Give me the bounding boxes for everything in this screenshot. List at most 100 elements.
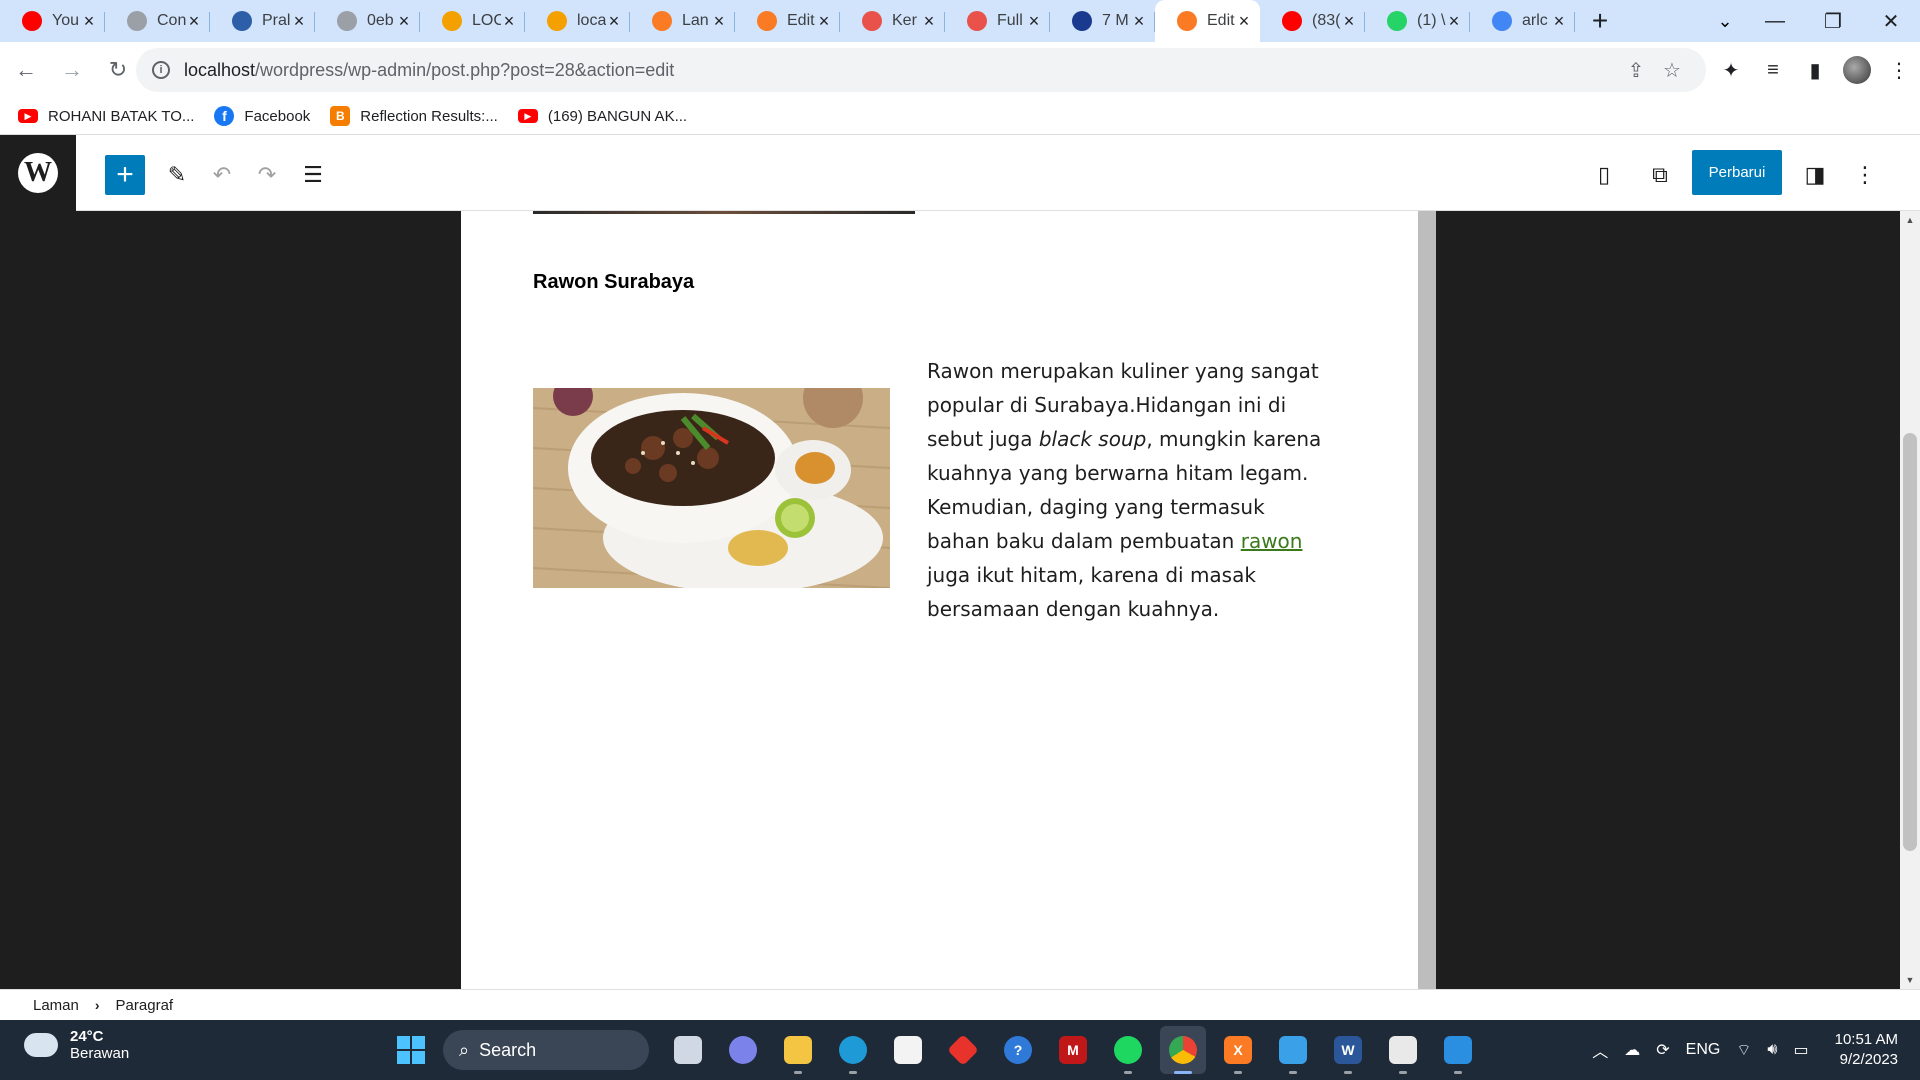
close-tab-icon[interactable]: × bbox=[1026, 11, 1042, 32]
chrome-icon[interactable] bbox=[1160, 1026, 1206, 1074]
chat-icon[interactable] bbox=[720, 1026, 766, 1074]
browser-tab[interactable]: Lan × bbox=[630, 0, 735, 42]
sync-icon[interactable]: ⟳ bbox=[1656, 1040, 1669, 1060]
browser-tab[interactable]: You × bbox=[0, 0, 105, 42]
edge-icon[interactable] bbox=[830, 1026, 876, 1074]
menu-kebab-icon[interactable]: ⋮ bbox=[1878, 49, 1920, 91]
bookmark-item[interactable]: f Facebook bbox=[214, 106, 310, 126]
browser-tab[interactable]: loca × bbox=[525, 0, 630, 42]
media-control-icon[interactable]: ≡ bbox=[1752, 49, 1794, 91]
close-tab-icon[interactable]: × bbox=[291, 11, 307, 32]
close-tab-icon[interactable]: × bbox=[1236, 11, 1252, 32]
redo-icon[interactable]: ↷ bbox=[247, 155, 287, 195]
close-tab-icon[interactable]: × bbox=[921, 11, 937, 32]
language-indicator[interactable]: ENG bbox=[1686, 1041, 1721, 1059]
close-tab-icon[interactable]: × bbox=[81, 11, 97, 32]
paragraph-block[interactable]: Rawon merupakan kuliner yang sangat popu… bbox=[927, 354, 1327, 626]
close-tab-icon[interactable]: × bbox=[1341, 11, 1357, 32]
browser-tab[interactable]: LOC × bbox=[420, 0, 525, 42]
restore-icon[interactable]: ❐ bbox=[1804, 0, 1862, 42]
bookmark-item[interactable]: B Reflection Results:... bbox=[330, 106, 498, 126]
scroll-thumb[interactable] bbox=[1903, 433, 1917, 851]
minimize-icon[interactable]: — bbox=[1746, 0, 1804, 42]
taskbar-search[interactable]: ⌕ Search bbox=[443, 1030, 649, 1070]
onedrive-icon[interactable]: ☁ bbox=[1624, 1040, 1640, 1060]
word-icon[interactable]: W bbox=[1325, 1026, 1371, 1074]
wordpress-logo-icon[interactable]: W bbox=[0, 135, 76, 211]
close-tab-icon[interactable]: × bbox=[711, 11, 727, 32]
close-tab-icon[interactable]: × bbox=[186, 11, 202, 32]
update-button[interactable]: Perbarui bbox=[1692, 150, 1782, 195]
store-icon[interactable] bbox=[885, 1026, 931, 1074]
browser-tab[interactable]: 0eb × bbox=[315, 0, 420, 42]
bookmark-item[interactable]: ▶ (169) BANGUN AK... bbox=[517, 108, 687, 125]
browser-tab[interactable]: Edit × bbox=[735, 0, 840, 42]
mcafee-icon[interactable]: M bbox=[1050, 1026, 1096, 1074]
browser-tab[interactable]: 7 M × bbox=[1050, 0, 1155, 42]
notepad-icon[interactable] bbox=[1270, 1026, 1316, 1074]
tab-search-icon[interactable]: ⌄ bbox=[1700, 0, 1750, 42]
add-block-button[interactable]: + bbox=[105, 155, 145, 195]
close-tab-icon[interactable]: × bbox=[1446, 11, 1462, 32]
browser-tab[interactable]: (83(× bbox=[1260, 0, 1365, 42]
app-diamond-icon[interactable] bbox=[940, 1026, 986, 1074]
browser-tab[interactable]: (1) \ × bbox=[1365, 0, 1470, 42]
reload-icon[interactable]: ↻ bbox=[98, 50, 138, 90]
heading-block[interactable]: Rawon Surabaya bbox=[533, 271, 694, 294]
spotify-icon[interactable] bbox=[1105, 1026, 1151, 1074]
profile-avatar[interactable] bbox=[1836, 49, 1878, 91]
forward-icon[interactable]: → bbox=[52, 50, 92, 90]
start-icon[interactable] bbox=[388, 1026, 434, 1074]
address-bar[interactable]: i localhost/wordpress/wp-admin/post.php?… bbox=[136, 48, 1706, 92]
browser-tab[interactable]: Pral × bbox=[210, 0, 315, 42]
snipping-tool-icon[interactable] bbox=[1380, 1026, 1426, 1074]
close-tab-icon[interactable]: × bbox=[396, 11, 412, 32]
chevron-up-icon[interactable]: ︿ bbox=[1592, 1038, 1608, 1062]
photos-icon[interactable] bbox=[1435, 1026, 1481, 1074]
battery-icon[interactable]: ▭ bbox=[1793, 1040, 1808, 1060]
share-icon[interactable]: ⇪ bbox=[1618, 58, 1654, 83]
new-tab-icon[interactable]: + bbox=[1575, 0, 1625, 42]
weather-widget[interactable]: 24°C Berawan bbox=[20, 1027, 129, 1062]
editor-document[interactable]: Rawon Surabaya Rawon merupakan kuliner y… bbox=[461, 211, 1419, 989]
task-view-icon[interactable] bbox=[665, 1026, 711, 1074]
close-window-icon[interactable]: ✕ bbox=[1862, 0, 1920, 42]
xampp-icon[interactable]: X bbox=[1215, 1026, 1261, 1074]
volume-icon[interactable]: 🔊︎ bbox=[1767, 1041, 1777, 1059]
bookmark-star-icon[interactable]: ☆ bbox=[1654, 58, 1690, 83]
rawon-image[interactable] bbox=[533, 388, 890, 588]
help-icon[interactable]: ? bbox=[995, 1026, 1041, 1074]
edit-pencil-icon[interactable]: ✎ bbox=[157, 155, 197, 195]
close-tab-icon[interactable]: × bbox=[816, 11, 832, 32]
close-tab-icon[interactable]: × bbox=[1551, 11, 1567, 32]
close-tab-icon[interactable]: × bbox=[1131, 11, 1147, 32]
back-icon[interactable]: ← bbox=[6, 50, 46, 90]
settings-sidebar-icon[interactable]: ◨ bbox=[1795, 155, 1835, 195]
browser-tab[interactable]: Con × bbox=[105, 0, 210, 42]
bookmark-item[interactable]: ▶ ROHANI BATAK TO... bbox=[18, 108, 194, 125]
site-info-icon[interactable]: i bbox=[152, 61, 170, 79]
browser-tab[interactable]: Full × bbox=[945, 0, 1050, 42]
close-tab-icon[interactable]: × bbox=[606, 11, 622, 32]
clock[interactable]: 10:51 AM 9/2/2023 bbox=[1835, 1030, 1898, 1070]
file-explorer-icon[interactable] bbox=[775, 1026, 821, 1074]
page-scrollbar[interactable]: ▲ ▼ bbox=[1900, 211, 1920, 989]
side-panel-icon[interactable]: ▮ bbox=[1794, 49, 1836, 91]
preview-device-icon[interactable]: ▯ bbox=[1584, 155, 1624, 195]
rawon-link[interactable]: rawon bbox=[1241, 529, 1303, 553]
close-tab-icon[interactable]: × bbox=[501, 11, 517, 32]
breadcrumb-item-page[interactable]: Laman bbox=[33, 997, 79, 1014]
url-text[interactable]: localhost/wordpress/wp-admin/post.php?po… bbox=[184, 60, 1618, 81]
browser-tab[interactable]: arlc × bbox=[1470, 0, 1575, 42]
wifi-icon[interactable]: ⌔ bbox=[1736, 1040, 1751, 1060]
scroll-up-icon[interactable]: ▲ bbox=[1900, 215, 1920, 225]
extensions-icon[interactable]: ✦ bbox=[1710, 49, 1752, 91]
browser-tab[interactable]: Edit × bbox=[1155, 0, 1260, 42]
browser-tab[interactable]: Ker × bbox=[840, 0, 945, 42]
breadcrumb-item-paragraph[interactable]: Paragraf bbox=[116, 997, 174, 1014]
scroll-down-icon[interactable]: ▼ bbox=[1900, 975, 1920, 985]
list-view-icon[interactable]: ☰ bbox=[293, 155, 333, 195]
view-post-icon[interactable]: ⧉ bbox=[1640, 155, 1680, 195]
document-scrollbar[interactable] bbox=[1418, 211, 1436, 989]
undo-icon[interactable]: ↶ bbox=[202, 155, 242, 195]
